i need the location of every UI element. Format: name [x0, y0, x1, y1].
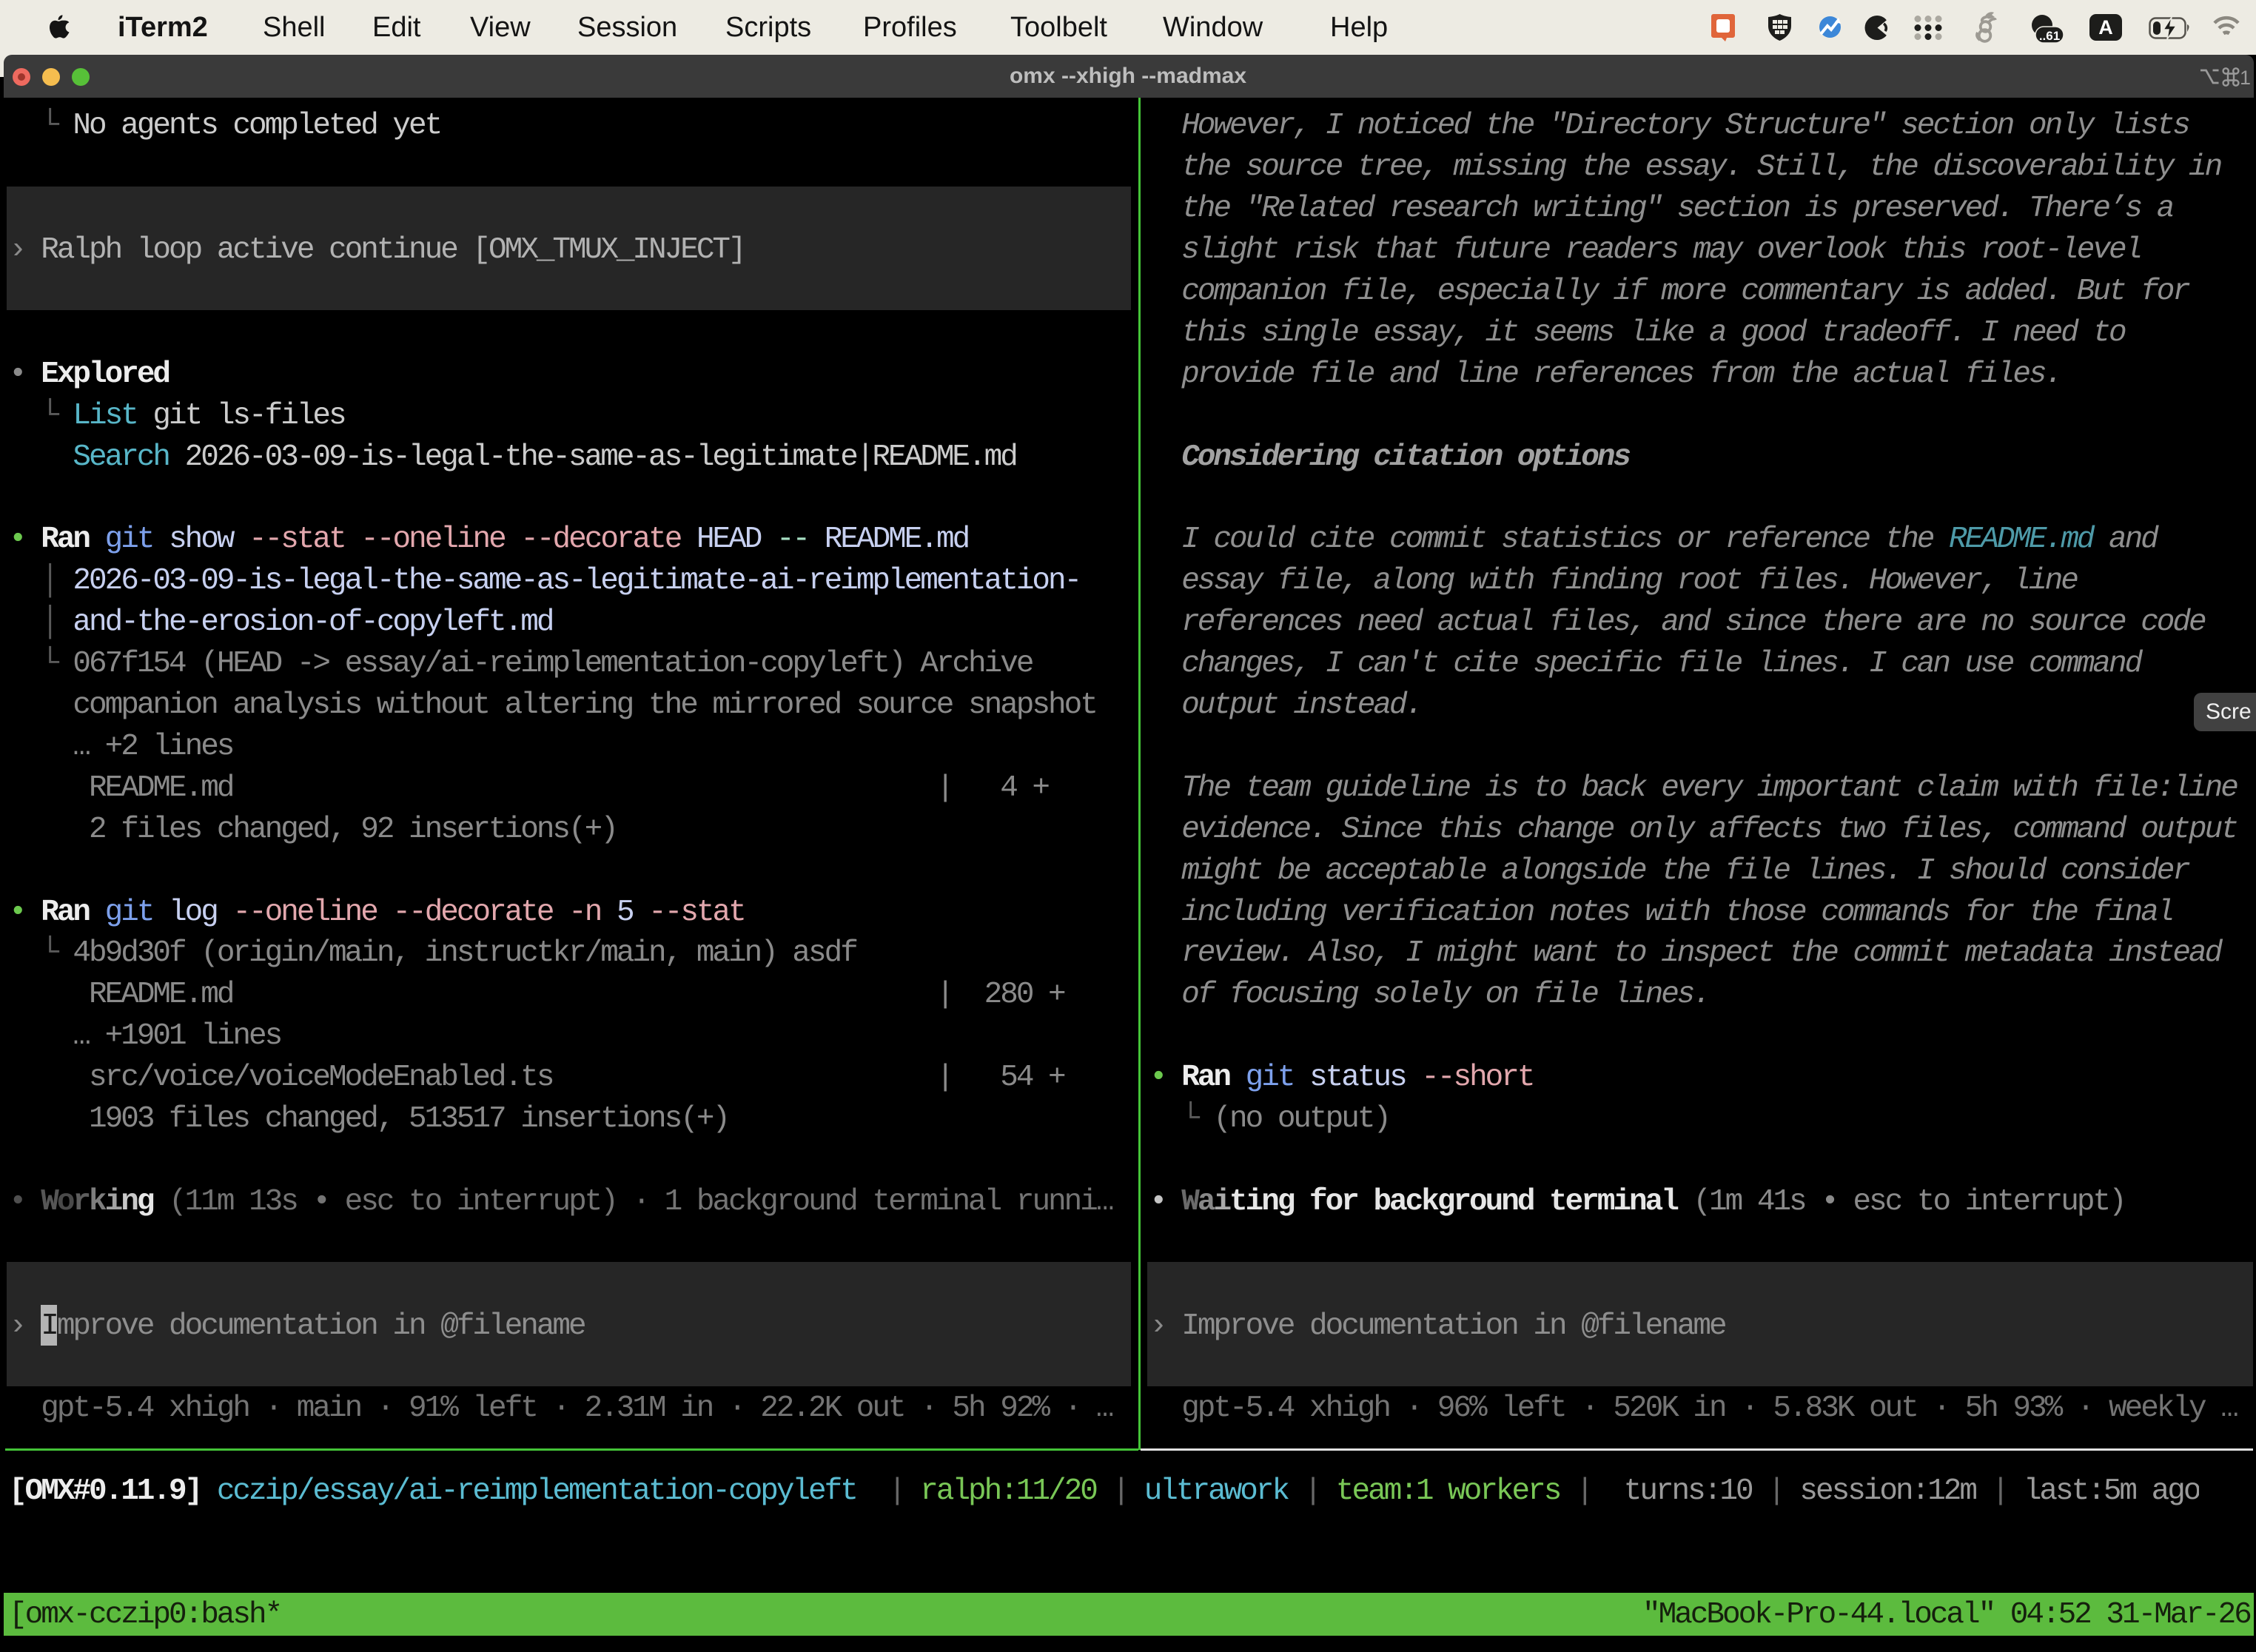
svg-text:..61: ..61	[2039, 29, 2060, 43]
svg-text:1: 1	[2240, 67, 2251, 89]
